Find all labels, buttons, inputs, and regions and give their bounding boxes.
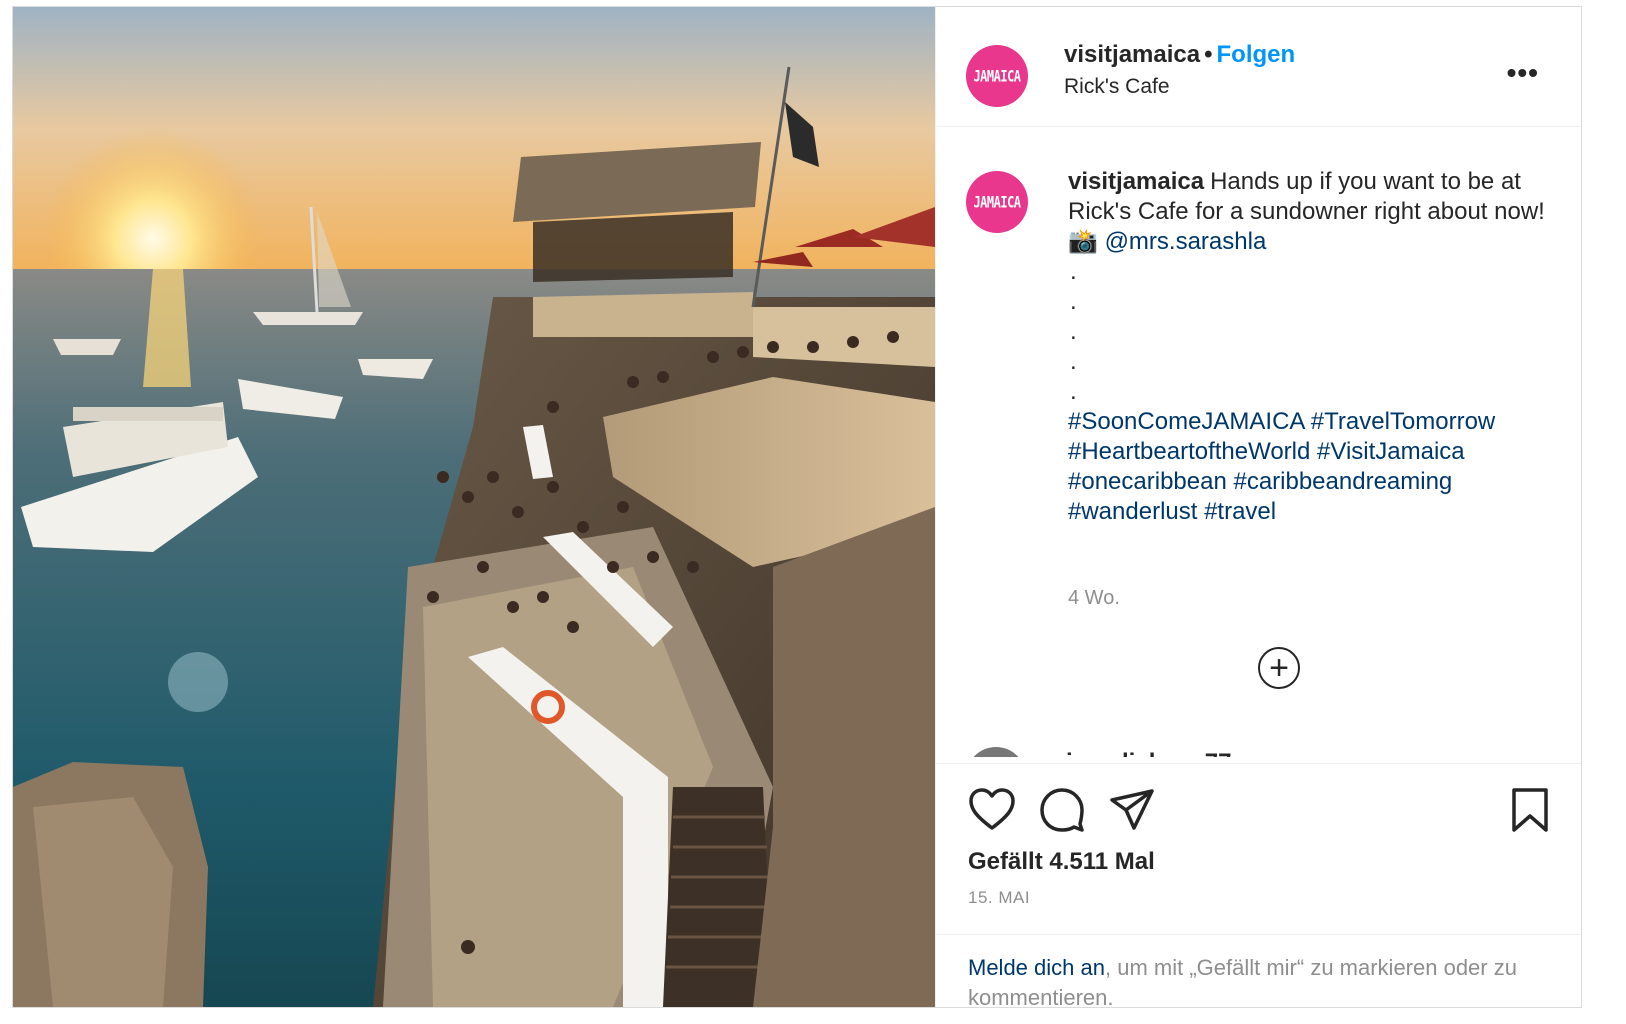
hashtags-line[interactable]: #wanderlust #travel [1068, 498, 1276, 525]
caption-dot: . [1070, 318, 1077, 345]
comments-area: JAMAICA visitjamaica Hands up if you want… [936, 127, 1581, 757]
login-prompt-text: Melde dich an, um mit „Gefällt mir“ zu m… [968, 953, 1528, 1013]
load-more-comments-button[interactable]: + [1258, 647, 1300, 689]
caption-avatar[interactable]: JAMAICA [966, 171, 1028, 233]
profile-avatar[interactable]: JAMAICA [966, 45, 1028, 107]
header-user-line: visitjamaica • Folgen [1064, 41, 1295, 69]
post-date[interactable]: 15. MAI [968, 888, 1030, 908]
caption-username[interactable]: visitjamaica [1068, 168, 1204, 195]
comment-icon[interactable] [1036, 784, 1088, 836]
next-comment-peek: ian_dickson77 [966, 737, 1566, 757]
paper-plane-icon[interactable] [1106, 784, 1158, 836]
post-header: JAMAICA visitjamaica • Folgen Rick's Cafe … [936, 7, 1581, 127]
sunset-cliff-photo [13, 7, 935, 1007]
bookmark-icon[interactable] [1504, 784, 1556, 836]
post-sidebar: JAMAICA visitjamaica • Folgen Rick's Cafe … [935, 7, 1581, 1010]
instagram-post: JAMAICA visitjamaica • Folgen Rick's Cafe … [12, 6, 1582, 1010]
follow-button[interactable]: Folgen [1217, 41, 1296, 68]
caption-dot: . [1070, 348, 1077, 375]
separator-dot: • [1204, 41, 1213, 68]
caption-dot: . [1070, 288, 1077, 315]
more-options-icon[interactable]: ••• [1507, 57, 1539, 89]
post-actions: Gefällt 4.511 Mal 15. MAI Melde dich an,… [936, 763, 1581, 1010]
camera-icon: 📸 [1068, 228, 1098, 255]
post-caption: visitjamaica Hands up if you want to be a… [1068, 167, 1563, 527]
like-count[interactable]: Gefällt 4.511 Mal [968, 848, 1155, 876]
header-username[interactable]: visitjamaica [1064, 41, 1200, 68]
heart-icon[interactable] [966, 784, 1018, 836]
caption-dot: . [1070, 258, 1077, 285]
post-photo[interactable] [13, 7, 935, 1007]
caption-dot: . [1070, 378, 1077, 405]
login-prompt: Melde dich an, um mit „Gefällt mir“ zu m… [936, 934, 1581, 1010]
location-link[interactable]: Rick's Cafe [1064, 75, 1170, 99]
mention-link[interactable]: @mrs.sarashla [1105, 228, 1267, 255]
caption-timestamp[interactable]: 4 Wo. [1068, 587, 1120, 610]
login-link[interactable]: Melde dich an [968, 955, 1105, 980]
hashtags-line[interactable]: #HeartbeartoftheWorld #VisitJamaica [1068, 438, 1465, 465]
hashtags-line[interactable]: #SoonComeJAMAICA #TravelTomorrow [1068, 408, 1495, 435]
commenter-username[interactable]: ian_dickson77 [1066, 749, 1231, 757]
avatar-logo-text: JAMAICA [973, 66, 1021, 86]
hashtags-line[interactable]: #onecaribbean #caribbeandreaming [1068, 468, 1452, 495]
commenter-avatar[interactable] [966, 747, 1026, 757]
avatar-logo-text: JAMAICA [973, 192, 1021, 212]
